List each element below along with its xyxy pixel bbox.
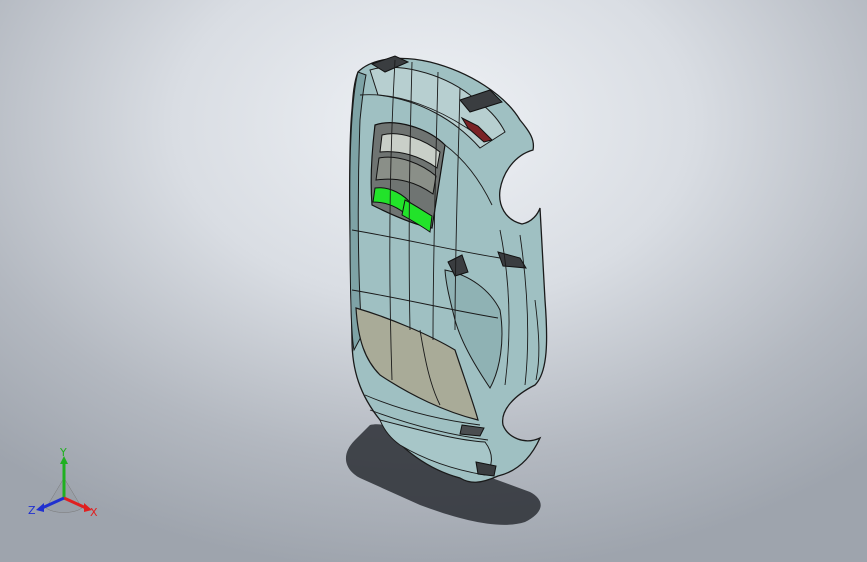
z-axis-label: Z	[28, 504, 36, 517]
x-axis-label: X	[90, 506, 98, 519]
y-axis-label: Y	[59, 448, 67, 459]
car-body-model[interactable]	[0, 0, 867, 562]
view-orientation-triad[interactable]: Y X Z	[24, 448, 104, 528]
graphics-viewport[interactable]: Y X Z	[0, 0, 867, 562]
z-axis-arrowhead	[36, 503, 44, 512]
